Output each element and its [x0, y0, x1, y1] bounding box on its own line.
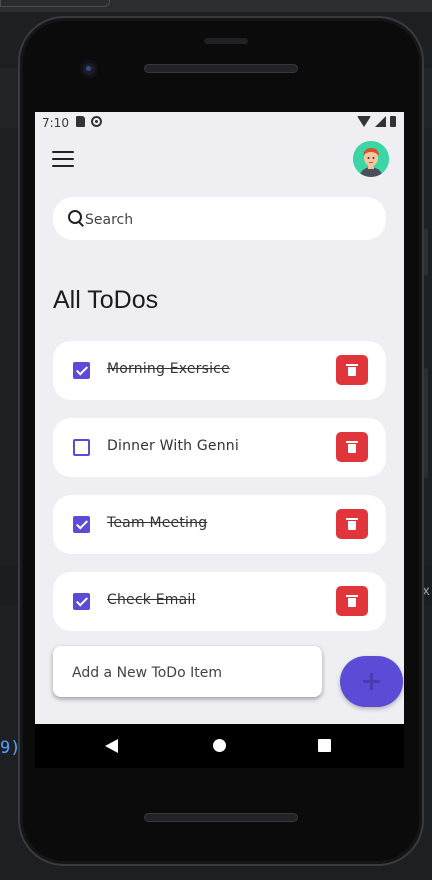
- sync-icon: [91, 116, 102, 127]
- delete-button[interactable]: [336, 355, 368, 385]
- trash-icon: [346, 518, 358, 531]
- app-screen: 7:10 Search All ToDos Morning Exersice D…: [35, 112, 404, 724]
- front-camera-icon: [80, 60, 98, 78]
- trash-icon: [346, 595, 358, 608]
- delete-button[interactable]: [336, 586, 368, 616]
- search-icon: [68, 210, 82, 224]
- add-todo-input[interactable]: [70, 646, 314, 699]
- recents-icon[interactable]: [318, 739, 331, 752]
- todo-checkbox[interactable]: [73, 362, 90, 379]
- status-bar: 7:10: [35, 112, 404, 134]
- back-icon[interactable]: [105, 739, 118, 753]
- plus-icon: [363, 673, 380, 690]
- earpiece-speaker: [144, 64, 298, 73]
- delete-button[interactable]: [336, 432, 368, 462]
- todo-item[interactable]: Team Meeting: [53, 495, 386, 554]
- todo-item[interactable]: Check Email: [53, 572, 386, 631]
- todo-checkbox[interactable]: [73, 516, 90, 533]
- status-time: 7:10: [42, 116, 69, 130]
- status-notification-icons: [76, 116, 102, 127]
- avatar-face-icon: [353, 141, 389, 177]
- trash-icon: [346, 364, 358, 377]
- app-bar: [35, 136, 404, 182]
- android-nav-bar: [35, 724, 404, 768]
- todo-checkbox[interactable]: [73, 593, 90, 610]
- todo-text: Team Meeting: [107, 515, 208, 531]
- search-input[interactable]: [83, 197, 377, 242]
- add-todo-field-container: [53, 646, 322, 699]
- todo-text: Check Email: [107, 592, 196, 608]
- menu-icon[interactable]: [52, 151, 74, 167]
- todo-list: Morning Exersice Dinner With Genni Team …: [53, 341, 386, 649]
- power-button: [424, 368, 428, 478]
- battery-icon: [390, 116, 396, 127]
- delete-button[interactable]: [336, 509, 368, 539]
- signal-icon: [375, 116, 386, 127]
- avatar[interactable]: [353, 141, 389, 177]
- sensor-slot: [204, 38, 248, 44]
- ide-tab: [0, 0, 110, 7]
- bottom-speaker: [144, 813, 298, 822]
- todo-item[interactable]: Morning Exersice: [53, 341, 386, 400]
- todo-text: Dinner With Genni: [107, 438, 239, 454]
- trash-icon: [346, 441, 358, 454]
- wifi-icon: [357, 116, 371, 127]
- status-system-icons: [357, 116, 396, 127]
- todo-item[interactable]: Dinner With Genni: [53, 418, 386, 477]
- sd-card-icon: [76, 116, 85, 127]
- volume-button: [424, 228, 428, 276]
- search-bar: [53, 197, 386, 242]
- todo-text: Morning Exersice: [107, 361, 230, 377]
- todo-checkbox[interactable]: [73, 439, 90, 456]
- page-title: All ToDos: [53, 286, 159, 314]
- add-todo-button[interactable]: [340, 656, 403, 707]
- home-icon[interactable]: [213, 739, 226, 752]
